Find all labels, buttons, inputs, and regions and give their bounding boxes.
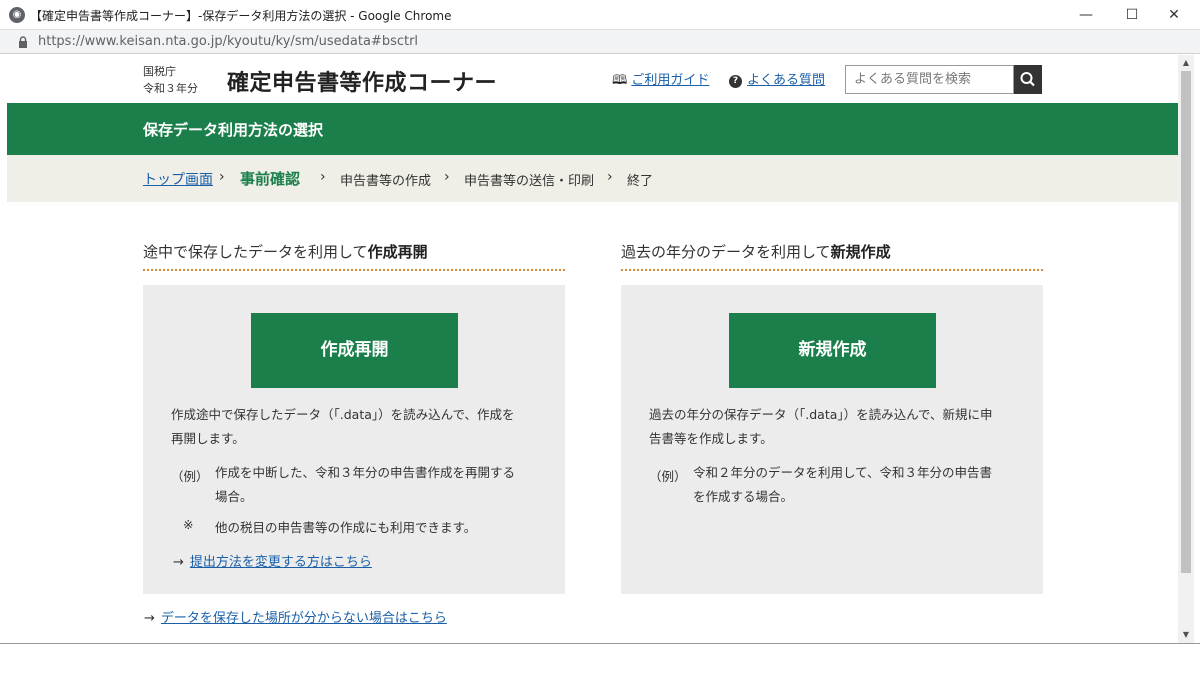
breadcrumb-top-link[interactable]: トップ画面 xyxy=(143,169,213,189)
resume-note-mark: ※ xyxy=(183,517,194,532)
agency-name: 国税庁 xyxy=(143,65,176,78)
resume-desc-line2: 再開します。 xyxy=(171,431,245,446)
faq-link[interactable]: ? よくある質問 xyxy=(729,69,825,88)
breadcrumb-step-finish: 終了 xyxy=(627,174,654,189)
section-header-band: 保存データ利用方法の選択 xyxy=(7,103,1178,155)
breadcrumb-step-create: 申告書等の作成 xyxy=(340,174,432,189)
new-create-panel: 新規作成 過去の年分の保存データ（「.data」）を読み込んで、新規に申 告書等… xyxy=(621,285,1043,594)
section-title: 保存データ利用方法の選択 xyxy=(143,121,324,139)
window-bottom-edge xyxy=(0,643,1200,675)
new-create-desc-line2: 告書等を作成します。 xyxy=(649,431,773,446)
vertical-scrollbar[interactable]: ▲ ▼ xyxy=(1178,55,1194,643)
breadcrumb-step-send-print: 申告書等の送信・印刷 xyxy=(464,174,595,189)
chrome-app-icon: ◉ xyxy=(9,7,25,23)
page-viewport: 国税庁 令和３年分 確定申告書等作成コーナー 🕮ご利用ガイド ? よくある質問 保… xyxy=(7,55,1178,643)
new-create-example-text: 令和２年分のデータを利用して、令和３年分の申告書 を作成する場合。 xyxy=(693,461,1033,509)
breadcrumb-separator: › xyxy=(444,169,450,185)
new-create-desc-line1: 過去の年分の保存データ（「.data」）を読み込んで、新規に申 xyxy=(649,407,993,422)
new-create-heading-divider xyxy=(621,269,1043,271)
breadcrumb-separator: › xyxy=(607,169,613,185)
resume-example-label: （例） xyxy=(171,469,209,484)
tax-year: 令和３年分 xyxy=(143,82,198,95)
address-bar[interactable]: https://www.keisan.nta.go.jp/kyoutu/ky/s… xyxy=(0,30,1200,54)
resume-heading-bold: 作成再開 xyxy=(367,243,428,261)
resume-example-line1: 作成を中断した、令和３年分の申告書作成を再開する xyxy=(215,465,516,480)
save-location-help-label: データを保存した場所が分からない場合はこちら xyxy=(160,611,447,626)
breadcrumb-separator: › xyxy=(219,169,225,185)
save-location-help-link[interactable]: → データを保存した場所が分からない場合はこちら xyxy=(144,607,447,626)
progress-breadcrumb: トップ画面 › 事前確認 › 申告書等の作成 › 申告書等の送信・印刷 › 終了 xyxy=(7,155,1178,202)
maximize-button[interactable]: ☐ xyxy=(1109,0,1155,30)
resume-heading-divider xyxy=(143,269,565,271)
search-icon xyxy=(1020,72,1035,87)
faq-search-input[interactable] xyxy=(845,65,1014,94)
window-title-bar: ◉ 【確定申告書等作成コーナー】-保存データ利用方法の選択 - Google C… xyxy=(0,0,1200,30)
breadcrumb-separator: › xyxy=(320,169,326,185)
window-title: 【確定申告書等作成コーナー】-保存データ利用方法の選択 - Google Chr… xyxy=(30,9,452,23)
lock-icon xyxy=(19,36,27,48)
breadcrumb-current-step: 事前確認 xyxy=(240,170,301,188)
close-window-button[interactable]: ✕ xyxy=(1151,0,1197,30)
new-create-description: 過去の年分の保存データ（「.data」）を読み込んで、新規に申 告書等を作成しま… xyxy=(649,403,1034,451)
help-icon: ? xyxy=(729,75,742,88)
search-button[interactable] xyxy=(1014,65,1042,94)
scroll-down-icon[interactable]: ▼ xyxy=(1178,628,1194,642)
url-text[interactable]: https://www.keisan.nta.go.jp/kyoutu/ky/s… xyxy=(38,34,418,49)
agency-label: 国税庁 令和３年分 xyxy=(143,63,198,97)
user-guide-link[interactable]: 🕮 ご利用ガイド xyxy=(612,69,709,93)
site-title[interactable]: 確定申告書等作成コーナー xyxy=(227,65,497,97)
book-icon: 🕮 xyxy=(612,73,628,88)
arrow-right-icon: → xyxy=(173,555,184,570)
faq-label: よくある質問 xyxy=(747,73,826,88)
change-submission-link[interactable]: → 提出方法を変更する方はこちら xyxy=(173,551,372,570)
resume-example-text: 作成を中断した、令和３年分の申告書作成を再開する 場合。 xyxy=(215,461,555,509)
change-submission-label: 提出方法を変更する方はこちら xyxy=(189,555,372,570)
resume-description: 作成途中で保存したデータ（「.data」）を読み込んで、作成を 再開します。 xyxy=(171,403,551,451)
scroll-up-icon[interactable]: ▲ xyxy=(1178,56,1194,70)
resume-button[interactable]: 作成再開 xyxy=(251,313,458,388)
resume-heading-prefix: 途中で保存したデータを利用して xyxy=(143,243,368,261)
new-create-heading-bold: 新規作成 xyxy=(830,243,891,261)
minimize-button[interactable]: — xyxy=(1063,0,1109,30)
scrollbar-thumb[interactable] xyxy=(1181,71,1191,573)
new-create-example-label: （例） xyxy=(649,469,687,484)
new-create-heading-prefix: 過去の年分のデータを利用して xyxy=(621,243,831,261)
new-create-button[interactable]: 新規作成 xyxy=(729,313,936,388)
resume-example-line2: 場合。 xyxy=(215,489,253,504)
new-create-heading: 過去の年分のデータを利用して新規作成 xyxy=(621,241,891,262)
resume-note-text: 他の税目の申告書等の作成にも利用できます。 xyxy=(215,520,477,535)
user-guide-label: ご利用ガイド xyxy=(631,73,710,88)
arrow-right-icon: → xyxy=(144,611,155,626)
resume-panel: 作成再開 作成途中で保存したデータ（「.data」）を読み込んで、作成を 再開し… xyxy=(143,285,565,594)
new-create-example-line2: を作成する場合。 xyxy=(693,489,794,504)
resume-desc-line1: 作成途中で保存したデータ（「.data」）を読み込んで、作成を xyxy=(171,407,515,422)
new-create-example-line1: 令和２年分のデータを利用して、令和３年分の申告書 xyxy=(693,465,993,480)
resume-heading: 途中で保存したデータを利用して作成再開 xyxy=(143,241,428,262)
